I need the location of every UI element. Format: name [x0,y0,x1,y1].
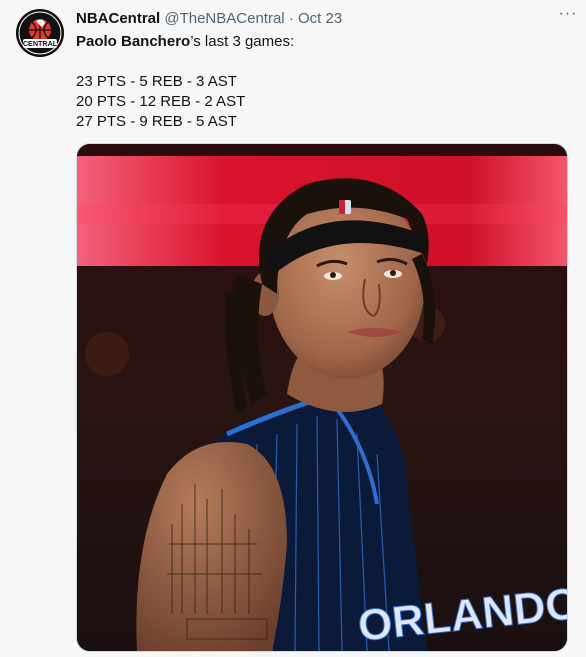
user-handle[interactable]: @TheNBACentral [164,10,284,27]
tweet-lead-text: ’s last 3 games: [190,33,295,50]
tweet-card[interactable]: CENTRAL NBACentral @TheNBACentral · Oct … [0,0,586,657]
stat-line: 23 PTS - 5 REB - 3 AST [76,73,237,90]
stat-line: 20 PTS - 12 REB - 2 AST [76,93,246,110]
separator-dot: · [288,10,294,27]
avatar[interactable]: CENTRAL [16,9,64,57]
tweet-photo[interactable]: ORLANDO [76,143,568,652]
tweet-header: NBACentral @TheNBACentral · Oct 23 [76,10,342,28]
player-name: Paolo Banchero [76,33,191,50]
more-options-icon[interactable]: ··· [558,6,578,24]
display-name[interactable]: NBACentral [76,10,160,27]
stat-line: 27 PTS - 9 REB - 5 AST [76,113,237,130]
avatar-logo-text: CENTRAL [23,39,58,48]
nba-central-logo: CENTRAL [16,9,64,57]
tweet-date[interactable]: Oct 23 [298,10,342,27]
tweet-lead-line: Paolo Banchero’s last 3 games: [76,32,556,52]
player-photo: ORLANDO [77,144,567,651]
tweet-text: Paolo Banchero’s last 3 games: 23 PTS - … [76,32,556,132]
